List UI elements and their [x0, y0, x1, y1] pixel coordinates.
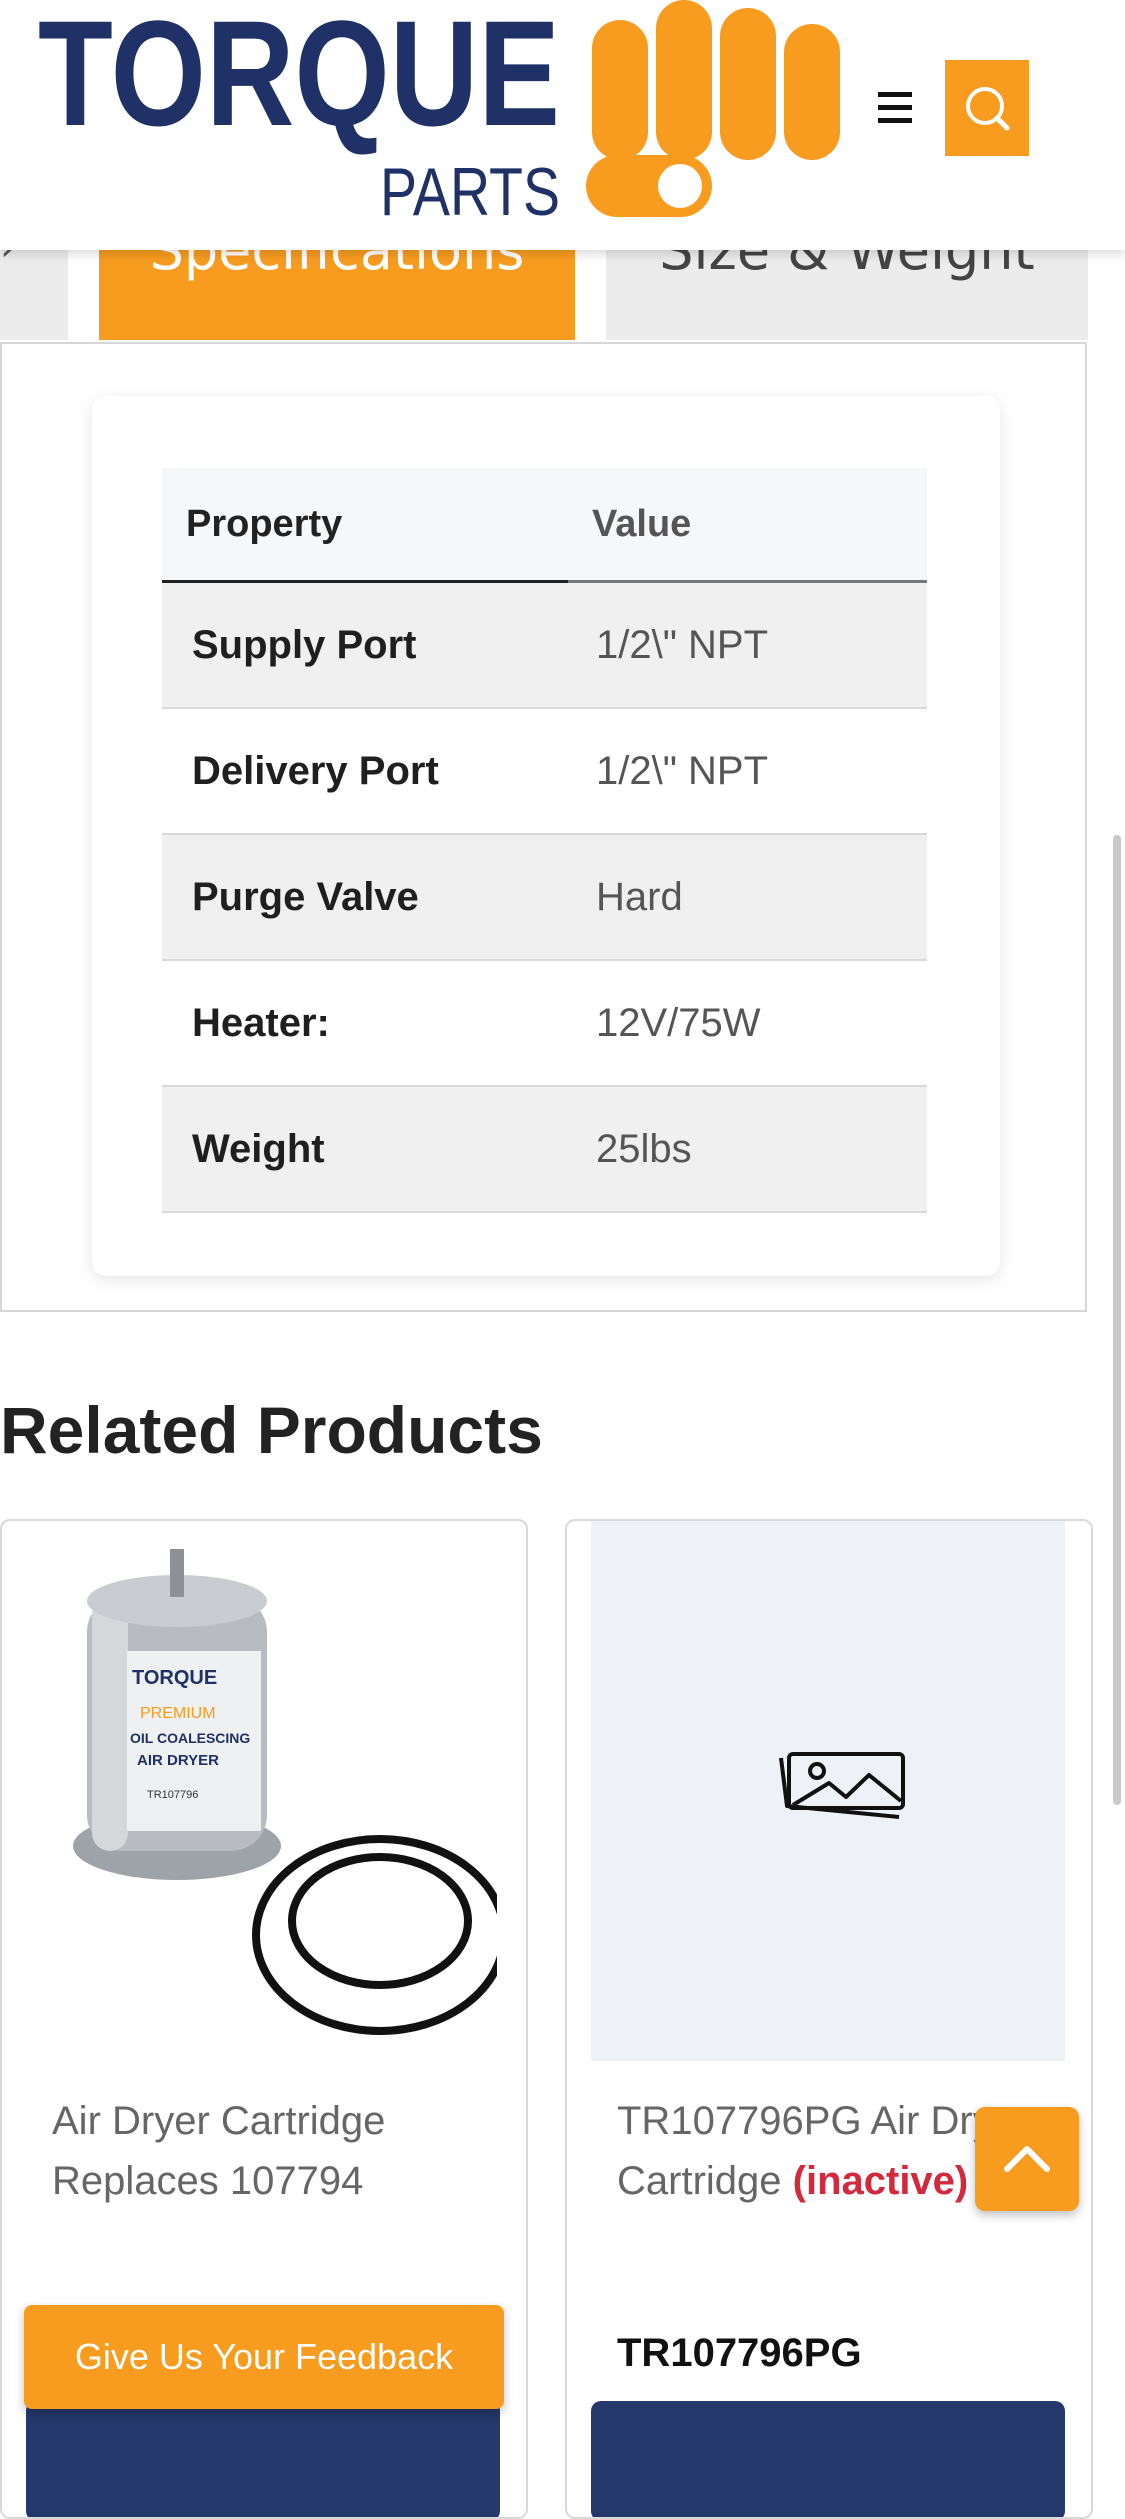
menu-button[interactable]: [872, 84, 920, 132]
spec-table-header-row: Property Value: [162, 468, 927, 583]
table-row: Delivery Port 1/2\" NPT: [162, 708, 927, 835]
chevron-up-icon: [1004, 2146, 1050, 2172]
search-button[interactable]: [945, 60, 1029, 156]
canister-label-part: TR107796: [147, 1789, 198, 1801]
spec-property: Supply Port: [162, 581, 568, 709]
product-name[interactable]: Air Dryer Cartridge Replaces 107794: [52, 2091, 512, 2211]
page-scrollbar[interactable]: [1113, 835, 1121, 1805]
feedback-button[interactable]: Give Us Your Feedback: [24, 2305, 504, 2409]
spec-card: Property Value Supply Port 1/2\" NPT Del…: [92, 396, 1000, 1276]
spec-property: Weight: [162, 1086, 568, 1213]
column-header-property: Property: [162, 468, 568, 583]
spec-value: 12V/75W: [568, 960, 927, 1087]
back-to-top-button[interactable]: [975, 2107, 1079, 2211]
product-action-button[interactable]: [591, 2401, 1065, 2517]
table-row: Purge Valve Hard: [162, 834, 927, 961]
table-row: Supply Port 1/2\" NPT: [162, 581, 927, 709]
logo-mark: [586, 0, 840, 217]
hamburger-menu-icon: [878, 92, 912, 123]
table-row: Weight 25lbs: [162, 1086, 927, 1213]
product-image[interactable]: TORQUE PREMIUM OIL COALESCING AIR DRYER …: [22, 1521, 497, 2061]
canister-label-brand: TORQUE: [132, 1667, 217, 1689]
canister-label-line1: PREMIUM: [140, 1705, 216, 1722]
image-placeholder-icon: [779, 1752, 905, 1819]
spec-value: 1/2\" NPT: [568, 581, 927, 709]
spec-value: 25lbs: [568, 1086, 927, 1213]
site-header: TORQUE PARTS: [0, 0, 1125, 250]
related-products-heading: Related Products: [0, 1393, 543, 1467]
table-row: Heater: 12V/75W: [162, 960, 927, 1087]
inactive-status: (inactive): [792, 2159, 969, 2203]
spec-property: Heater:: [162, 960, 568, 1087]
spec-table: Property Value Supply Port 1/2\" NPT Del…: [162, 468, 927, 1213]
torque-parts-logo[interactable]: TORQUE PARTS: [38, 0, 878, 235]
search-icon: [966, 87, 1010, 131]
spec-property: Purge Valve: [162, 834, 568, 961]
spec-value: 1/2\" NPT: [568, 708, 927, 835]
canister-label-line3: AIR DRYER: [137, 1752, 219, 1769]
canister-label-line2: OIL COALESCING: [130, 1730, 250, 1746]
logo-text-main: TORQUE: [38, 0, 560, 157]
spec-property: Delivery Port: [162, 708, 568, 835]
product-sku: TR107796PG: [617, 2331, 862, 2375]
column-header-value: Value: [568, 468, 927, 583]
logo-text-sub: PARTS: [380, 154, 560, 230]
product-action-button[interactable]: [26, 2401, 500, 2517]
product-card[interactable]: TR107796PG Air Dryer Cartridge (inactive…: [565, 1519, 1093, 2519]
spec-value: Hard: [568, 834, 927, 961]
product-image-placeholder[interactable]: [591, 1521, 1065, 2061]
specifications-panel: Property Value Supply Port 1/2\" NPT Del…: [0, 342, 1087, 1312]
